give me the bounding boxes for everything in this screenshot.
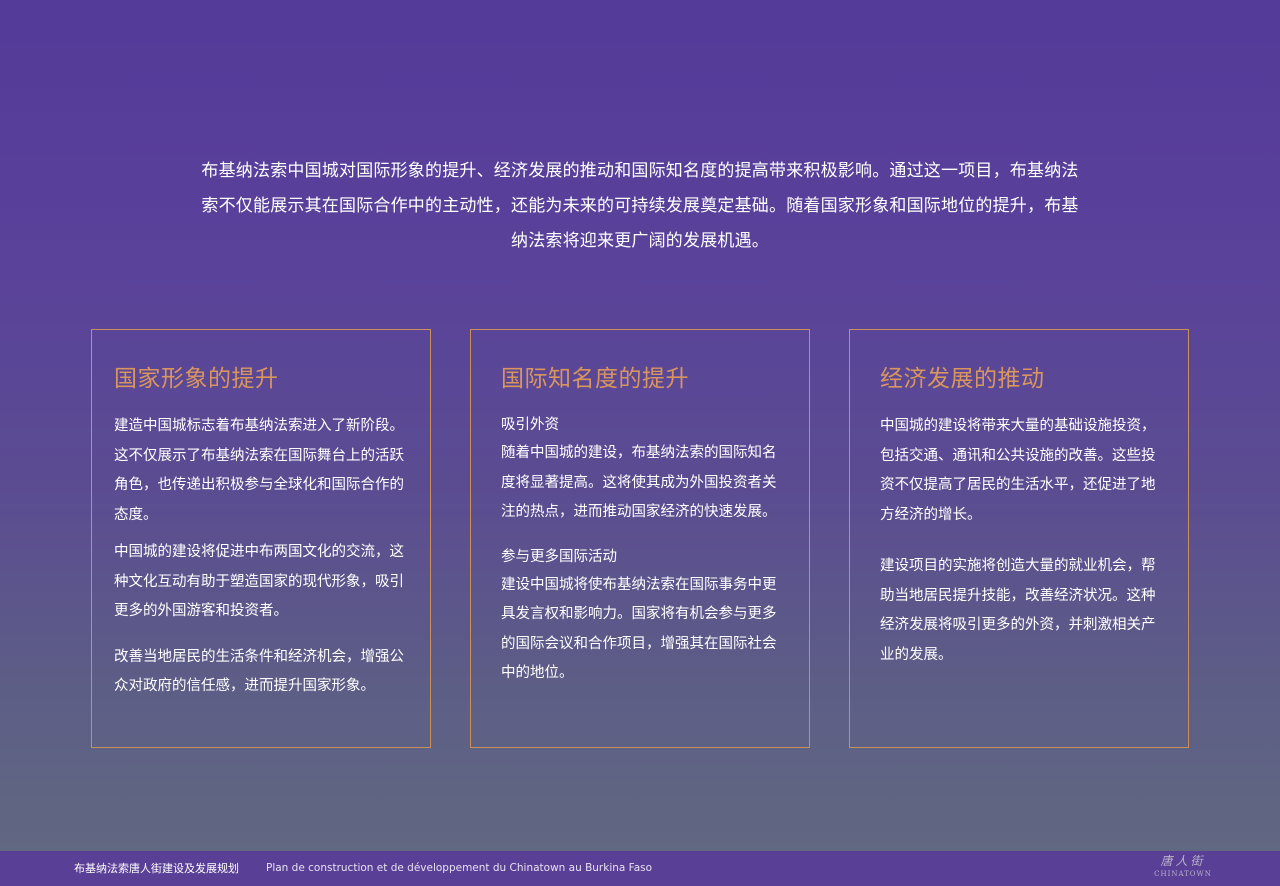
intro-text: 布基纳法索中国城对国际形象的提升、经济发展的推动和国际知名度的提高带来积极影响。… [128, 154, 1152, 259]
chinatown-logo: 唐人街 CHINATOWN [1150, 854, 1216, 884]
intro-line: 索不仅能展示其在国际合作中的主动性，还能为未来的可持续发展奠定基础。随着国家形象… [201, 196, 1079, 216]
card-national-image: 国家形象的提升 建造中国城标志着布基纳法索进入了新阶段。这不仅展示了布基纳法索在… [91, 329, 431, 748]
logo-en-text: CHINATOWN [1154, 870, 1212, 878]
card-paragraph: 建设项目的实施将创造大量的就业机会，帮助当地居民提升技能，改善经济状况。这种经济… [880, 558, 1156, 663]
card-paragraph: 中国城的建设将带来大量的基础设施投资，包括交通、通讯和公共设施的改善。这些投资不… [880, 418, 1156, 523]
card-paragraph: 中国城的建设将促进中布两国文化的交流，这种文化互动有助于塑造国家的现代形象，吸引… [114, 544, 404, 619]
card-title: 经济发展的推动 [880, 366, 1045, 392]
footer-title-cn: 布基纳法索唐人街建设及发展规划 [74, 862, 239, 875]
section-heading: 参与更多国际活动 [501, 548, 617, 565]
footer-bar: 布基纳法索唐人街建设及发展规划 Plan de construction et … [0, 851, 1280, 886]
card-paragraph: 建造中国城标志着布基纳法索进入了新阶段。这不仅展示了布基纳法索在国际舞台上的活跃… [114, 418, 404, 523]
card-title: 国家形象的提升 [114, 366, 279, 392]
intro-line: 布基纳法索中国城对国际形象的提升、经济发展的推动和国际知名度的提高带来积极影响。… [201, 161, 1079, 181]
intro-line: 纳法索将迎来更广阔的发展机遇。 [511, 231, 769, 251]
card-paragraph: 改善当地居民的生活条件和经济机会，增强公众对政府的信任感，进而提升国家形象。 [114, 648, 404, 695]
card-title: 国际知名度的提升 [501, 366, 689, 392]
section-body: 随着中国城的建设，布基纳法索的国际知名度将显著提高。这将使其成为外国投资者关注的… [501, 445, 777, 520]
section-heading: 吸引外资 [501, 417, 559, 433]
logo-cn-text: 唐人街 [1160, 854, 1206, 868]
section-body: 建设中国城将使布基纳法索在国际事务中更具发言权和影响力。国家将有机会参与更多的国… [501, 576, 777, 682]
card-international-visibility: 国际知名度的提升 吸引外资 随着中国城的建设，布基纳法索的国际知名度将显著提高。… [470, 329, 810, 748]
footer-title-fr: Plan de construction et de développement… [266, 862, 653, 874]
card-economic-development: 经济发展的推动 中国城的建设将带来大量的基础设施投资，包括交通、通讯和公共设施的… [849, 329, 1189, 748]
